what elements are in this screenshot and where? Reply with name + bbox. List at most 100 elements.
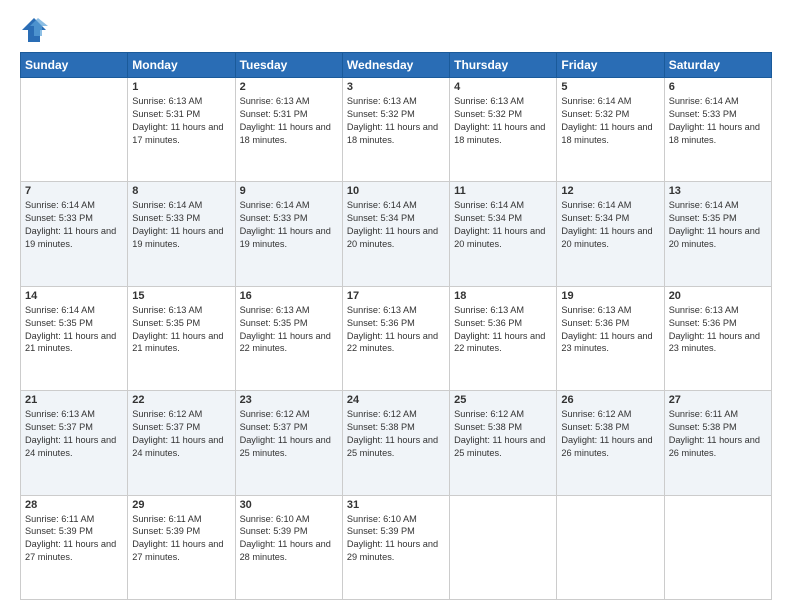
cell-sunrise: Sunrise: 6:14 AMSunset: 5:35 PMDaylight:…	[25, 305, 116, 354]
calendar-cell: 26 Sunrise: 6:12 AMSunset: 5:38 PMDaylig…	[557, 391, 664, 495]
day-header-tuesday: Tuesday	[235, 53, 342, 78]
calendar-cell: 18 Sunrise: 6:13 AMSunset: 5:36 PMDaylig…	[450, 286, 557, 390]
calendar-cell: 6 Sunrise: 6:14 AMSunset: 5:33 PMDayligh…	[664, 78, 771, 182]
cell-sunrise: Sunrise: 6:13 AMSunset: 5:35 PMDaylight:…	[132, 305, 223, 354]
cell-sunrise: Sunrise: 6:11 AMSunset: 5:39 PMDaylight:…	[25, 514, 116, 563]
cell-sunrise: Sunrise: 6:13 AMSunset: 5:32 PMDaylight:…	[454, 96, 545, 145]
calendar-cell: 25 Sunrise: 6:12 AMSunset: 5:38 PMDaylig…	[450, 391, 557, 495]
cell-sunrise: Sunrise: 6:10 AMSunset: 5:39 PMDaylight:…	[240, 514, 331, 563]
calendar-cell: 9 Sunrise: 6:14 AMSunset: 5:33 PMDayligh…	[235, 182, 342, 286]
calendar-week-2: 7 Sunrise: 6:14 AMSunset: 5:33 PMDayligh…	[21, 182, 772, 286]
cell-sunrise: Sunrise: 6:12 AMSunset: 5:38 PMDaylight:…	[561, 409, 652, 458]
calendar-cell: 19 Sunrise: 6:13 AMSunset: 5:36 PMDaylig…	[557, 286, 664, 390]
day-number: 27	[669, 394, 767, 406]
cell-sunrise: Sunrise: 6:13 AMSunset: 5:36 PMDaylight:…	[669, 305, 760, 354]
calendar-week-3: 14 Sunrise: 6:14 AMSunset: 5:35 PMDaylig…	[21, 286, 772, 390]
day-number: 28	[25, 499, 123, 511]
day-number: 21	[25, 394, 123, 406]
calendar-cell: 4 Sunrise: 6:13 AMSunset: 5:32 PMDayligh…	[450, 78, 557, 182]
cell-sunrise: Sunrise: 6:11 AMSunset: 5:39 PMDaylight:…	[132, 514, 223, 563]
calendar-cell: 13 Sunrise: 6:14 AMSunset: 5:35 PMDaylig…	[664, 182, 771, 286]
calendar-cell	[664, 495, 771, 599]
day-number: 12	[561, 185, 659, 197]
calendar-cell: 27 Sunrise: 6:11 AMSunset: 5:38 PMDaylig…	[664, 391, 771, 495]
day-number: 8	[132, 185, 230, 197]
cell-sunrise: Sunrise: 6:12 AMSunset: 5:38 PMDaylight:…	[347, 409, 438, 458]
calendar-page: SundayMondayTuesdayWednesdayThursdayFrid…	[0, 0, 792, 612]
cell-sunrise: Sunrise: 6:14 AMSunset: 5:33 PMDaylight:…	[25, 200, 116, 249]
page-header	[20, 16, 772, 44]
calendar-week-1: 1 Sunrise: 6:13 AMSunset: 5:31 PMDayligh…	[21, 78, 772, 182]
day-number: 11	[454, 185, 552, 197]
calendar-cell: 16 Sunrise: 6:13 AMSunset: 5:35 PMDaylig…	[235, 286, 342, 390]
calendar-cell: 29 Sunrise: 6:11 AMSunset: 5:39 PMDaylig…	[128, 495, 235, 599]
calendar-cell: 12 Sunrise: 6:14 AMSunset: 5:34 PMDaylig…	[557, 182, 664, 286]
calendar-cell: 15 Sunrise: 6:13 AMSunset: 5:35 PMDaylig…	[128, 286, 235, 390]
cell-sunrise: Sunrise: 6:13 AMSunset: 5:32 PMDaylight:…	[347, 96, 438, 145]
cell-sunrise: Sunrise: 6:10 AMSunset: 5:39 PMDaylight:…	[347, 514, 438, 563]
day-number: 30	[240, 499, 338, 511]
day-number: 31	[347, 499, 445, 511]
calendar-cell: 5 Sunrise: 6:14 AMSunset: 5:32 PMDayligh…	[557, 78, 664, 182]
cell-sunrise: Sunrise: 6:11 AMSunset: 5:38 PMDaylight:…	[669, 409, 760, 458]
calendar-cell: 1 Sunrise: 6:13 AMSunset: 5:31 PMDayligh…	[128, 78, 235, 182]
calendar-cell: 3 Sunrise: 6:13 AMSunset: 5:32 PMDayligh…	[342, 78, 449, 182]
calendar-week-4: 21 Sunrise: 6:13 AMSunset: 5:37 PMDaylig…	[21, 391, 772, 495]
day-number: 1	[132, 81, 230, 93]
cell-sunrise: Sunrise: 6:12 AMSunset: 5:37 PMDaylight:…	[240, 409, 331, 458]
cell-sunrise: Sunrise: 6:13 AMSunset: 5:31 PMDaylight:…	[240, 96, 331, 145]
day-number: 4	[454, 81, 552, 93]
cell-sunrise: Sunrise: 6:14 AMSunset: 5:33 PMDaylight:…	[240, 200, 331, 249]
cell-sunrise: Sunrise: 6:12 AMSunset: 5:37 PMDaylight:…	[132, 409, 223, 458]
cell-sunrise: Sunrise: 6:13 AMSunset: 5:37 PMDaylight:…	[25, 409, 116, 458]
calendar-cell: 17 Sunrise: 6:13 AMSunset: 5:36 PMDaylig…	[342, 286, 449, 390]
day-number: 26	[561, 394, 659, 406]
day-number: 7	[25, 185, 123, 197]
cell-sunrise: Sunrise: 6:13 AMSunset: 5:35 PMDaylight:…	[240, 305, 331, 354]
cell-sunrise: Sunrise: 6:13 AMSunset: 5:36 PMDaylight:…	[561, 305, 652, 354]
calendar-cell: 20 Sunrise: 6:13 AMSunset: 5:36 PMDaylig…	[664, 286, 771, 390]
logo-icon	[20, 16, 48, 44]
day-number: 10	[347, 185, 445, 197]
day-header-saturday: Saturday	[664, 53, 771, 78]
cell-sunrise: Sunrise: 6:14 AMSunset: 5:34 PMDaylight:…	[347, 200, 438, 249]
logo	[20, 16, 52, 44]
day-number: 22	[132, 394, 230, 406]
calendar-table: SundayMondayTuesdayWednesdayThursdayFrid…	[20, 52, 772, 600]
cell-sunrise: Sunrise: 6:14 AMSunset: 5:32 PMDaylight:…	[561, 96, 652, 145]
calendar-cell: 8 Sunrise: 6:14 AMSunset: 5:33 PMDayligh…	[128, 182, 235, 286]
day-number: 29	[132, 499, 230, 511]
day-number: 9	[240, 185, 338, 197]
cell-sunrise: Sunrise: 6:13 AMSunset: 5:31 PMDaylight:…	[132, 96, 223, 145]
calendar-cell: 21 Sunrise: 6:13 AMSunset: 5:37 PMDaylig…	[21, 391, 128, 495]
day-number: 17	[347, 290, 445, 302]
cell-sunrise: Sunrise: 6:14 AMSunset: 5:35 PMDaylight:…	[669, 200, 760, 249]
day-number: 16	[240, 290, 338, 302]
cell-sunrise: Sunrise: 6:14 AMSunset: 5:34 PMDaylight:…	[561, 200, 652, 249]
day-number: 5	[561, 81, 659, 93]
calendar-cell: 28 Sunrise: 6:11 AMSunset: 5:39 PMDaylig…	[21, 495, 128, 599]
day-number: 13	[669, 185, 767, 197]
calendar-cell	[21, 78, 128, 182]
day-number: 23	[240, 394, 338, 406]
calendar-week-5: 28 Sunrise: 6:11 AMSunset: 5:39 PMDaylig…	[21, 495, 772, 599]
cell-sunrise: Sunrise: 6:13 AMSunset: 5:36 PMDaylight:…	[347, 305, 438, 354]
calendar-cell: 10 Sunrise: 6:14 AMSunset: 5:34 PMDaylig…	[342, 182, 449, 286]
cell-sunrise: Sunrise: 6:14 AMSunset: 5:33 PMDaylight:…	[132, 200, 223, 249]
day-number: 25	[454, 394, 552, 406]
day-header-thursday: Thursday	[450, 53, 557, 78]
calendar-cell: 2 Sunrise: 6:13 AMSunset: 5:31 PMDayligh…	[235, 78, 342, 182]
day-header-sunday: Sunday	[21, 53, 128, 78]
calendar-cell: 14 Sunrise: 6:14 AMSunset: 5:35 PMDaylig…	[21, 286, 128, 390]
day-number: 15	[132, 290, 230, 302]
calendar-cell: 24 Sunrise: 6:12 AMSunset: 5:38 PMDaylig…	[342, 391, 449, 495]
day-header-friday: Friday	[557, 53, 664, 78]
cell-sunrise: Sunrise: 6:13 AMSunset: 5:36 PMDaylight:…	[454, 305, 545, 354]
calendar-cell	[557, 495, 664, 599]
day-number: 24	[347, 394, 445, 406]
calendar-cell: 31 Sunrise: 6:10 AMSunset: 5:39 PMDaylig…	[342, 495, 449, 599]
calendar-header-row: SundayMondayTuesdayWednesdayThursdayFrid…	[21, 53, 772, 78]
cell-sunrise: Sunrise: 6:14 AMSunset: 5:33 PMDaylight:…	[669, 96, 760, 145]
cell-sunrise: Sunrise: 6:14 AMSunset: 5:34 PMDaylight:…	[454, 200, 545, 249]
calendar-cell: 30 Sunrise: 6:10 AMSunset: 5:39 PMDaylig…	[235, 495, 342, 599]
